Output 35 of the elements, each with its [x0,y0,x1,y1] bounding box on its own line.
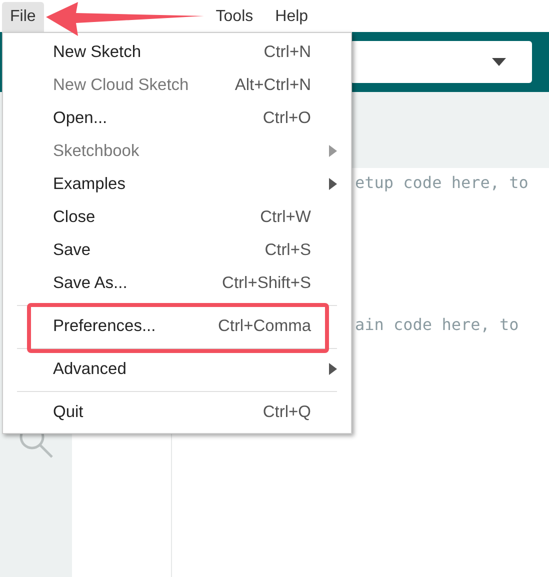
caret-icon [492,58,506,66]
shortcut-label: Ctrl+S [264,240,311,262]
menu-item[interactable]: New Sketch Ctrl+N [3,36,351,69]
menu-item-label: New Sketch [53,42,142,64]
menu-item-label: Open... [53,108,108,130]
menu-item-label: New Cloud Sketch [53,75,190,96]
menu-item[interactable]: Save Ctrl+S [3,234,351,267]
menu-item-label: Preferences... [53,316,157,338]
code-line: etup code here, to [355,172,528,194]
menu-item-label: Save [53,240,92,262]
shortcut-label: Ctrl+Q [262,402,311,424]
menu-item-label: Examples [53,174,126,196]
menu-bar-item[interactable]: File [2,2,44,32]
menu-item[interactable]: Advanced [3,353,351,386]
shortcut-label: Ctrl+O [262,108,311,130]
shortcut-label: Ctrl+N [264,42,311,64]
shortcut-label: Ctrl+Comma [218,316,311,338]
menu-item-label: Save As... [53,273,128,294]
menu-item[interactable]: Examples [3,168,351,201]
menu-item[interactable]: Open... Ctrl+O [3,102,351,135]
menu-item-label: Advanced [53,359,128,380]
menu-bar-item[interactable]: Tools [208,2,262,32]
shortcut-label: Ctrl+W [260,207,311,228]
menu-item[interactable]: Close Ctrl+W [3,201,351,234]
code-line: ain code here, to [355,314,519,336]
menu-item-label: Close [53,207,96,228]
menu-item-label: Quit [53,402,84,424]
menu-item[interactable]: Quit Ctrl+Q [3,396,351,429]
board-select-dropdown[interactable] [350,41,532,83]
shortcut-label: Alt+Ctrl+N [234,75,311,96]
menu-item-label: Sketchbook [53,141,140,162]
menu-bar-item[interactable]: Help [267,2,316,32]
menu-item[interactable]: Preferences... Ctrl+Comma [3,310,351,343]
menu-item[interactable]: Save As... Ctrl+Shift+S [3,267,351,300]
shortcut-label: Ctrl+Shift+S [222,273,311,294]
